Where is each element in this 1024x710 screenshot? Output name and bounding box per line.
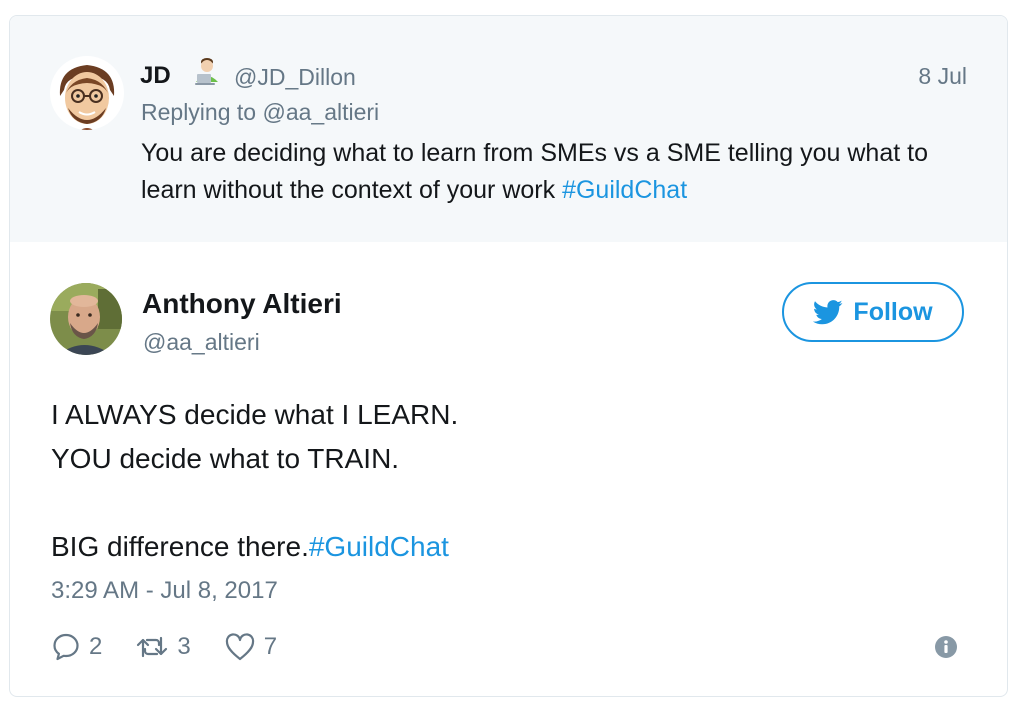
replying-to: Replying to @aa_altieri — [141, 99, 379, 126]
reply-count: 2 — [89, 633, 103, 660]
replying-prefix: Replying to — [141, 99, 257, 125]
retweet-icon — [137, 636, 168, 658]
tweet-actions: 2 3 7 — [51, 630, 310, 664]
author-display-name[interactable]: Anthony Altieri — [142, 288, 342, 320]
tweet-timestamp[interactable]: 3:29 AM - Jul 8, 2017 — [51, 577, 278, 605]
retweet-count: 3 — [177, 633, 191, 660]
hashtag-link[interactable]: #GuildChat — [562, 176, 687, 204]
parent-date[interactable]: 8 Jul — [918, 63, 967, 90]
avatar[interactable] — [50, 283, 122, 355]
tweet-text: I ALWAYS decide what I LEARN. YOU decide… — [51, 393, 458, 569]
line-break — [51, 481, 458, 525]
parent-tweet-body: You are deciding what to learn from SMEs… — [141, 139, 928, 204]
follow-button[interactable]: Follow — [782, 282, 964, 342]
tweet-embed-card: JD @JD_Dillon 8 Jul Replying to @aa_alti… — [9, 15, 1008, 697]
parent-display-name[interactable]: JD — [140, 62, 171, 90]
info-icon[interactable] — [935, 636, 957, 658]
hashtag-link[interactable]: #GuildChat — [309, 531, 449, 562]
tweet-line: I ALWAYS decide what I LEARN. — [51, 399, 459, 430]
follow-label: Follow — [853, 297, 933, 326]
reply-button[interactable]: 2 — [51, 632, 102, 662]
tweet-line: YOU decide what to TRAIN. — [51, 443, 400, 474]
retweet-button[interactable]: 3 — [135, 632, 191, 662]
reply-icon — [53, 633, 79, 661]
tweet-line-text: BIG difference there. — [51, 531, 309, 562]
like-button[interactable]: 7 — [224, 632, 277, 662]
replying-handle-link[interactable]: @aa_altieri — [262, 99, 379, 125]
author-handle[interactable]: @aa_altieri — [143, 329, 260, 356]
laptop-technologist-emoji — [192, 56, 222, 88]
heart-icon — [225, 633, 254, 661]
parent-tweet-text: You are deciding what to learn from SMEs… — [141, 135, 961, 209]
like-count: 7 — [263, 633, 278, 660]
tweet-line: BIG difference there.#GuildChat — [51, 525, 458, 569]
twitter-bird-icon — [813, 299, 843, 324]
parent-tweet[interactable]: JD @JD_Dillon 8 Jul Replying to @aa_alti… — [10, 16, 1007, 242]
avatar[interactable] — [50, 56, 124, 130]
parent-handle[interactable]: @JD_Dillon — [234, 64, 356, 91]
